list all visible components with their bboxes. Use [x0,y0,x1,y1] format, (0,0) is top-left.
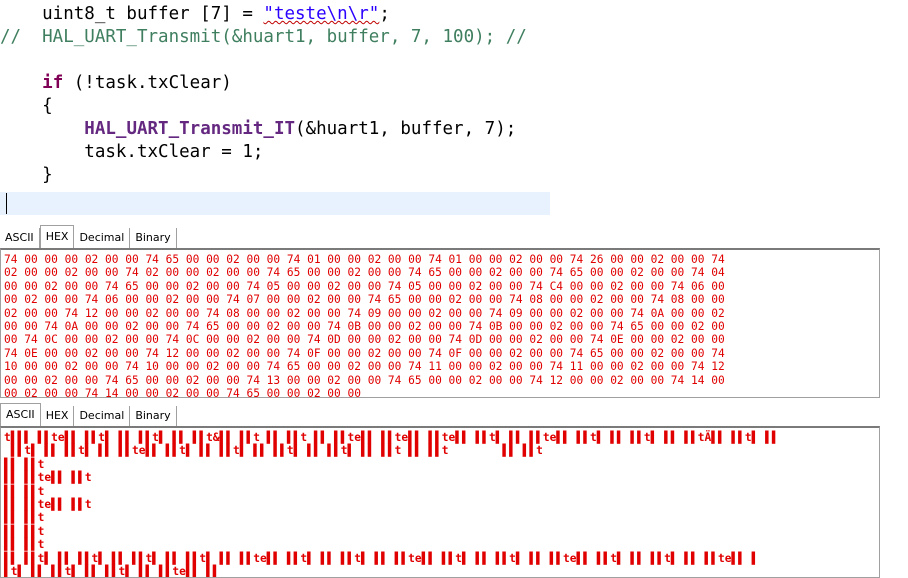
tab-decimal[interactable]: Decimal [74,406,131,426]
ascii-panel-line: ▌▌ ▌▌t [4,457,45,471]
ascii-panel-line: t▌▌▌ ▌▌te▌▌ ▌▌t▌ ▌▌ ▌▌t▌ ▌▌ ▌▌t&▌▌ ▌▌t ▌… [4,431,779,444]
code-token: ; [379,4,390,24]
tab-ascii[interactable]: ASCII [0,403,41,426]
hex-panel-line: 00 00 02 00 00 74 65 00 00 02 00 00 74 0… [4,279,725,293]
hex-panel-tabbar: ASCII HEX Decimal Binary [0,222,880,248]
code-editor[interactable]: uint8_t buffer [7] = "teste\n\r";// HAL_… [0,0,552,218]
ascii-output-panel[interactable]: t▌▌▌ ▌▌te▌▌ ▌▌t▌ ▌▌ ▌▌t▌ ▌▌ ▌▌t&▌▌ ▌▌t ▌… [0,426,880,578]
code-token: task.txClear = 1; [0,142,264,162]
hex-panel-line: 02 00 00 02 00 00 74 02 00 00 02 00 00 7… [4,266,725,280]
tab-hex[interactable]: HEX [39,225,75,248]
hex-panel-line: 74 0E 00 00 02 00 00 74 12 00 00 02 00 0… [4,346,725,360]
ascii-panel-line: ▌▌ ▌▌t [4,538,45,552]
hex-panel-line: 00 02 00 00 74 06 00 00 02 00 00 74 07 0… [4,293,725,307]
ascii-panel-line: ▌t▌ ▌▌ ▌▌t▌ ▌▌ ▌▌t▌ ▌▌ ▌▌te▌▌ ▌▌ [4,565,220,578]
hex-panel-line: 00 02 00 00 74 14 00 00 02 00 00 74 65 0… [4,387,361,398]
hex-panel-line: 00 00 74 0A 00 00 02 00 00 74 65 00 00 0… [4,320,725,334]
code-line: // HAL_UART_Transmit(&huart1, buffer, 7,… [0,26,552,49]
ascii-panel-line: ▌▌t▌ ▌▌ ▌▌t▌ ▌▌ ▌▌te▌▌ ▌▌t▌ ▌▌ ▌▌t▌ ▌▌ ▌… [4,444,543,458]
hex-output-lines: 74 00 00 00 02 00 00 74 65 00 00 02 00 0… [1,250,879,398]
code-line: { [0,95,552,118]
ascii-panel-tabbar: ASCII HEX Decimal Binary [0,400,880,426]
tab-binary[interactable]: Binary [130,406,177,426]
ascii-panel-line: ▌▌ ▌▌te▌▌ ▌▌t [4,471,92,485]
code-token: HAL_UART_Transmit_IT [84,119,296,139]
tab-decimal[interactable]: Decimal [74,228,131,248]
code-token: (&huart1, buffer, 7); [295,119,517,139]
ascii-panel-line: ▌▌ ▌▌t [4,524,45,538]
ascii-panel-line: ▌▌ ▌▌te▌▌ ▌▌t [4,498,92,512]
code-line: } [0,164,552,187]
code-line: task.txClear = 1; [0,141,552,164]
ascii-panel-line: ▌▌ ▌▌t [4,511,45,525]
hex-panel-line: 74 00 00 00 02 00 00 74 65 00 00 02 00 0… [4,253,725,266]
code-token: // HAL_UART_Transmit(&huart1, buffer, 7,… [0,27,527,47]
code-token: } [0,165,53,185]
hex-output-panel[interactable]: 74 00 00 00 02 00 00 74 65 00 00 02 00 0… [0,248,880,398]
code-token: "teste\n\r" [263,4,380,24]
hex-panel-line: 10 00 00 02 00 00 74 10 00 00 02 00 00 7… [4,360,725,374]
hex-panel-line: 00 00 02 00 00 74 65 00 00 02 00 00 74 1… [4,373,725,387]
hex-panel-line: 00 74 0C 00 00 02 00 00 74 0C 00 00 02 0… [4,333,725,347]
ascii-panel-line: ▌▌ ▌▌t [4,484,45,498]
code-token: { [0,96,53,116]
ascii-panel-line: ▌▌ ▌▌t▌ ▌▌ ▌▌t▌ ▌▌ ▌▌t▌ ▌▌ ▌▌t▌ ▌▌ ▌▌te▌… [4,551,759,565]
code-line: HAL_UART_Transmit_IT(&huart1, buffer, 7)… [0,118,552,141]
tab-hex[interactable]: HEX [41,406,75,426]
tab-binary[interactable]: Binary [130,228,177,248]
code-line: if (!task.txClear) [0,72,552,95]
hex-panel-line: 02 00 00 74 12 00 00 02 00 00 74 08 00 0… [4,306,725,320]
code-token: if [42,73,64,93]
code-token: uint8_t buffer [7] = [0,4,264,24]
code-token: (!task.txClear) [63,73,232,93]
ascii-output-lines: t▌▌▌ ▌▌te▌▌ ▌▌t▌ ▌▌ ▌▌t▌ ▌▌ ▌▌t&▌▌ ▌▌t ▌… [1,428,879,578]
code-line: uint8_t buffer [7] = "teste\n\r"; [0,3,552,26]
tab-ascii[interactable]: ASCII [0,228,40,248]
